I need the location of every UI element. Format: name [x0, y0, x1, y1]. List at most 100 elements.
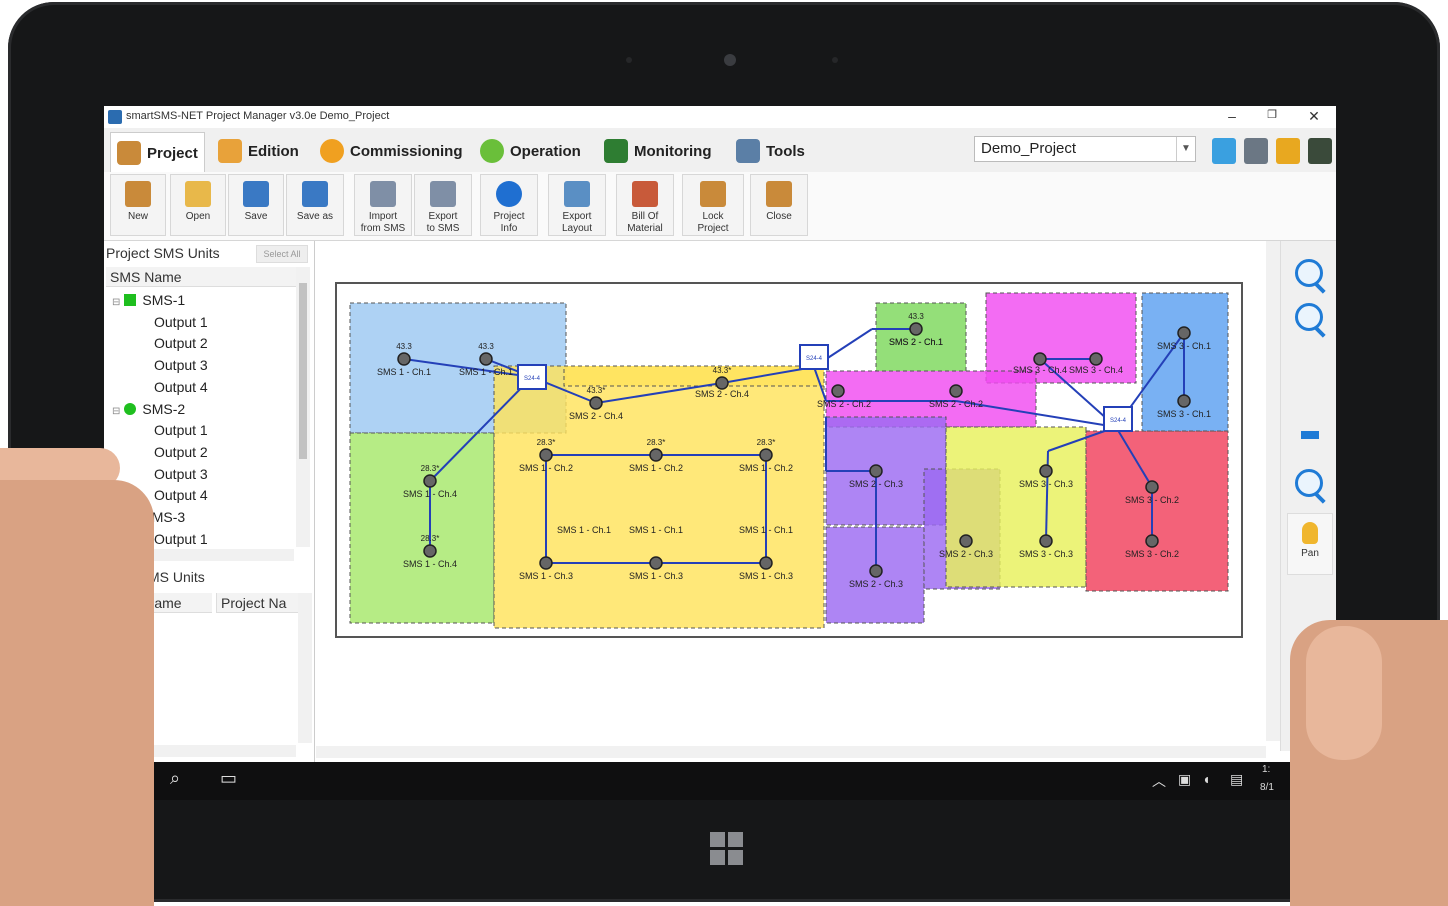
- floorplan-canvas[interactable]: S24-4 S24-4 S24-4 SMS 1 - Ch.1 SMS 1 - Ch.1 S…: [316, 241, 1266, 751]
- sensor-node-icon[interactable]: [959, 534, 973, 548]
- binoculars-icon[interactable]: [1244, 138, 1268, 164]
- task-view-icon[interactable]: ▭: [220, 768, 237, 789]
- tree-node-output[interactable]: Output 1: [154, 311, 208, 333]
- sensor-node-icon[interactable]: [1089, 352, 1103, 366]
- select-all-button[interactable]: Select All: [256, 245, 308, 263]
- sensor-node-icon[interactable]: [589, 396, 603, 410]
- tree-node-output[interactable]: Output 4: [154, 484, 208, 506]
- new-button[interactable]: New: [110, 174, 166, 236]
- canvas-vertical-scrollbar[interactable]: [1266, 241, 1280, 741]
- zone-area[interactable]: [563, 365, 825, 387]
- zone-area[interactable]: [1085, 430, 1229, 592]
- column-header-sms-name[interactable]: SMS Name: [106, 267, 296, 287]
- volume-icon[interactable]: ◖: [1202, 771, 1210, 787]
- lock-project-button[interactable]: Lock Project: [682, 174, 744, 236]
- tab-commissioning[interactable]: Commissioning: [314, 132, 469, 170]
- zone-area[interactable]: [493, 365, 825, 629]
- column-header-project-name[interactable]: Project Na: [216, 593, 298, 613]
- chevron-up-icon[interactable]: ︿: [1152, 771, 1166, 791]
- sensor-node-icon[interactable]: [715, 376, 729, 390]
- search-icon[interactable]: ⌕: [170, 768, 180, 789]
- expand-toggle-icon[interactable]: ⊟: [112, 406, 120, 417]
- chevron-down-icon[interactable]: ▼: [1176, 137, 1195, 161]
- sensor-node-icon[interactable]: [869, 564, 883, 578]
- tree-node-output[interactable]: Output 1: [154, 528, 208, 549]
- sensor-node-icon[interactable]: [397, 352, 411, 366]
- close-window-button[interactable]: ✕: [1304, 108, 1324, 125]
- import-from-sms-button[interactable]: Import from SMS: [354, 174, 412, 236]
- sensor-node-icon[interactable]: [479, 352, 493, 366]
- canvas-horizontal-scrollbar[interactable]: [316, 746, 1266, 758]
- status-indicator-icon: [124, 402, 137, 415]
- zone-area[interactable]: [349, 432, 495, 624]
- tree-node-output[interactable]: Output 3: [154, 463, 208, 485]
- tab-operation[interactable]: Operation: [474, 132, 587, 170]
- sensor-node-icon[interactable]: [909, 322, 923, 336]
- tree-node-output[interactable]: Output 3: [154, 354, 208, 376]
- sensor-node-icon[interactable]: [759, 448, 773, 462]
- tree-node-sms-unit[interactable]: ⊟ SMS-1: [112, 289, 185, 311]
- tab-edition[interactable]: Edition: [212, 132, 305, 170]
- sensor-value-label: 28.3*: [421, 534, 440, 543]
- export-to-sms-button[interactable]: Export to SMS: [414, 174, 472, 236]
- free-units-vertical-scrollbar[interactable]: [298, 593, 312, 743]
- zoom-in-icon[interactable]: [1295, 259, 1323, 287]
- sensor-node-icon[interactable]: [1145, 480, 1159, 494]
- scroll-thumb[interactable]: [299, 283, 307, 459]
- project-info-button[interactable]: Project Info: [480, 174, 538, 236]
- sensor-node-icon[interactable]: [1033, 352, 1047, 366]
- pan-button[interactable]: Pan: [1287, 513, 1333, 575]
- tab-monitoring[interactable]: Monitoring: [598, 132, 717, 170]
- tree-node-label: SMS-1: [142, 292, 186, 308]
- windows-logo-icon[interactable]: [710, 832, 744, 866]
- sensor-node-icon[interactable]: [1177, 326, 1191, 340]
- tree-vertical-scrollbar[interactable]: [296, 267, 310, 547]
- sensor-node-icon[interactable]: [1039, 534, 1053, 548]
- sensor-node-icon[interactable]: [539, 448, 553, 462]
- expand-toggle-icon[interactable]: ⊟: [112, 297, 120, 308]
- tab-tools[interactable]: Tools: [730, 132, 811, 170]
- exit-icon[interactable]: [1308, 138, 1332, 164]
- tree-node-output[interactable]: Output 4: [154, 376, 208, 398]
- zoom-out-icon[interactable]: [1295, 469, 1323, 497]
- sensor-node-icon[interactable]: [423, 474, 437, 488]
- save-as-button[interactable]: Save as: [286, 174, 344, 236]
- sensor-node-icon[interactable]: [539, 556, 553, 570]
- main-tabs: Project Edition Commissioning Operation …: [104, 128, 1336, 173]
- sensor-node-icon[interactable]: [1039, 464, 1053, 478]
- export-layout-button[interactable]: Export Layout: [548, 174, 606, 236]
- sensor-node-icon[interactable]: [649, 448, 663, 462]
- close-project-button[interactable]: Close: [750, 174, 808, 236]
- zoom-fit-icon[interactable]: [1295, 303, 1323, 331]
- restore-button[interactable]: ❐: [1262, 108, 1282, 121]
- floorplan-svg[interactable]: S24-4 S24-4 S24-4 SMS 1 - Ch.1 SMS 1 - Ch.1 S…: [316, 241, 1266, 751]
- sensor-node-icon[interactable]: [1177, 394, 1191, 408]
- bill-of-material-button[interactable]: Bill Of Material: [616, 174, 674, 236]
- sensor-node-icon[interactable]: [831, 384, 845, 398]
- tree-node-output[interactable]: Output 1: [154, 419, 208, 441]
- channel-label: SMS 3 - Ch.2: [1125, 495, 1179, 505]
- tree-node-output[interactable]: Output 2: [154, 332, 208, 354]
- minimize-button[interactable]: –: [1222, 108, 1242, 124]
- notification-icon[interactable]: ▤: [1230, 771, 1243, 788]
- clock-time[interactable]: 1:: [1262, 764, 1270, 775]
- tab-project[interactable]: Project: [110, 132, 205, 173]
- tree-node-sms-unit[interactable]: ⊟ SMS-2: [112, 398, 185, 420]
- lock-icon[interactable]: [1276, 138, 1300, 164]
- tree-node-output[interactable]: Output 2: [154, 441, 208, 463]
- sensor-node-icon[interactable]: [759, 556, 773, 570]
- project-select[interactable]: Demo_Project ▼: [974, 136, 1196, 162]
- help-icon[interactable]: [1212, 138, 1236, 164]
- tree-node-label: Output 1: [154, 530, 208, 547]
- sensor-node-icon[interactable]: [949, 384, 963, 398]
- zone-area[interactable]: [945, 426, 1087, 588]
- clock-date[interactable]: 8/1: [1260, 782, 1274, 793]
- sensor-node-icon[interactable]: [869, 464, 883, 478]
- network-icon[interactable]: ▣: [1178, 771, 1191, 788]
- zoom-slider-handle[interactable]: [1301, 431, 1319, 439]
- open-button[interactable]: Open: [170, 174, 226, 236]
- sensor-node-icon[interactable]: [1145, 534, 1159, 548]
- sensor-node-icon[interactable]: [423, 544, 437, 558]
- save-button[interactable]: Save: [228, 174, 284, 236]
- sensor-node-icon[interactable]: [649, 556, 663, 570]
